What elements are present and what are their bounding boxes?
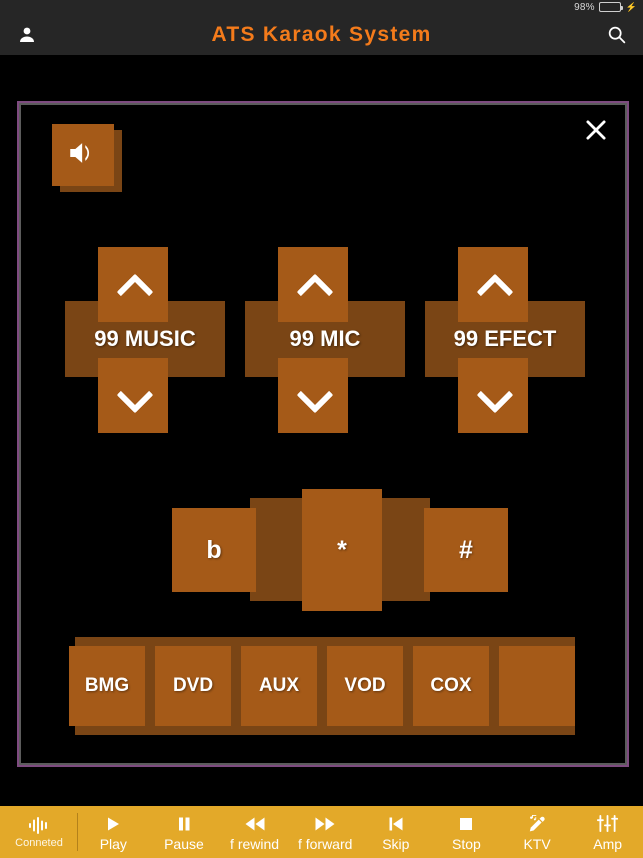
- volume-control-music: 99 MUSIC: [65, 247, 225, 433]
- battery-icon: [598, 2, 623, 12]
- page-title: ATS Karaok System: [211, 22, 432, 46]
- stop-icon: [459, 814, 473, 834]
- toolbar-label-forward: f forward: [297, 835, 353, 852]
- chevron-down-icon: [478, 388, 508, 404]
- microphone-music-icon: [526, 814, 548, 834]
- chevron-up-icon: [478, 277, 508, 293]
- toolbar-item-rewind[interactable]: f rewind: [219, 806, 290, 858]
- toolbar-item-stop[interactable]: Stop: [431, 806, 502, 858]
- source-button-dvd[interactable]: DVD: [155, 646, 231, 726]
- toolbar-label-amp: Amp: [593, 835, 623, 852]
- toolbar-item-skip[interactable]: Skip: [361, 806, 432, 858]
- music-volume-up-button[interactable]: [98, 247, 168, 322]
- toolbar-item-pause[interactable]: Pause: [149, 806, 220, 858]
- chevron-up-icon: [298, 277, 328, 293]
- status-bar: 98% ⚡: [0, 0, 643, 14]
- speaker-volume-button[interactable]: [52, 124, 122, 194]
- skip-previous-icon: [388, 814, 404, 834]
- toolbar-label-stop: Stop: [452, 835, 481, 852]
- toolbar-label-ktv: KTV: [523, 835, 551, 852]
- music-level-label: 99 MUSIC: [94, 326, 196, 351]
- symbol-button-b[interactable]: b: [172, 508, 256, 592]
- source-button-bmg[interactable]: BMG: [69, 646, 145, 726]
- source-buttons-row: BMG DVD AUX VOD COX: [69, 637, 581, 735]
- equalizer-sliders-icon: [597, 814, 619, 834]
- source-button-aux[interactable]: AUX: [241, 646, 317, 726]
- symbol-button-star[interactable]: *: [302, 489, 382, 611]
- fast-forward-icon: [315, 814, 335, 834]
- source-button-vod[interactable]: VOD: [327, 646, 403, 726]
- mic-volume-down-button[interactable]: [278, 358, 348, 433]
- search-icon[interactable]: [589, 14, 643, 55]
- app-header: ATS Karaok System: [0, 14, 643, 55]
- music-volume-down-button[interactable]: [98, 358, 168, 433]
- toolbar-item-forward[interactable]: f forward: [290, 806, 361, 858]
- close-icon[interactable]: [577, 111, 615, 149]
- symbol-button-hash[interactable]: #: [424, 508, 508, 592]
- toolbar-label-rewind: f rewind: [230, 835, 280, 852]
- chevron-down-icon: [118, 388, 148, 404]
- symbol-buttons-row: b * #: [172, 489, 508, 611]
- toolbar-item-play[interactable]: Play: [78, 806, 149, 858]
- mic-volume-up-button[interactable]: [278, 247, 348, 322]
- lightning-bolt-icon: ⚡: [625, 1, 637, 12]
- source-button-blank[interactable]: [499, 646, 575, 726]
- toolbar-label-play: Play: [99, 835, 127, 852]
- toolbar-label-pause: Pause: [164, 835, 204, 852]
- speaker-volume-icon: [66, 136, 100, 175]
- chevron-down-icon: [298, 388, 328, 404]
- toolbar-item-amp[interactable]: Amp: [572, 806, 643, 858]
- effect-volume-up-button[interactable]: [458, 247, 528, 322]
- toolbar-label-skip: Skip: [382, 835, 410, 852]
- user-icon[interactable]: [0, 14, 54, 55]
- toolbar-item-connected[interactable]: Conneted: [0, 806, 78, 858]
- bottom-toolbar: Conneted Play Pause f rewind f forward S…: [0, 806, 643, 858]
- battery-percent-label: 98%: [574, 1, 595, 13]
- volume-controls-row: 99 MUSIC 99 MIC 99 EFECT: [19, 247, 631, 433]
- waveform-icon: [28, 815, 50, 835]
- source-button-cox[interactable]: COX: [413, 646, 489, 726]
- volume-control-effect: 99 EFECT: [425, 247, 585, 433]
- effect-volume-down-button[interactable]: [458, 358, 528, 433]
- remote-control-panel: 99 MUSIC 99 MIC 99 EFECT b * # BMG DVD A…: [17, 101, 629, 767]
- mic-level-label: 99 MIC: [289, 326, 361, 351]
- pause-icon: [176, 814, 192, 834]
- play-icon: [105, 814, 121, 834]
- effect-level-label: 99 EFECT: [453, 326, 557, 351]
- chevron-up-icon: [118, 277, 148, 293]
- toolbar-label-connected: Conneted: [15, 837, 63, 849]
- rewind-icon: [245, 814, 265, 834]
- speaker-button-face: [52, 124, 114, 186]
- toolbar-item-ktv[interactable]: KTV: [502, 806, 573, 858]
- volume-control-mic: 99 MIC: [245, 247, 405, 433]
